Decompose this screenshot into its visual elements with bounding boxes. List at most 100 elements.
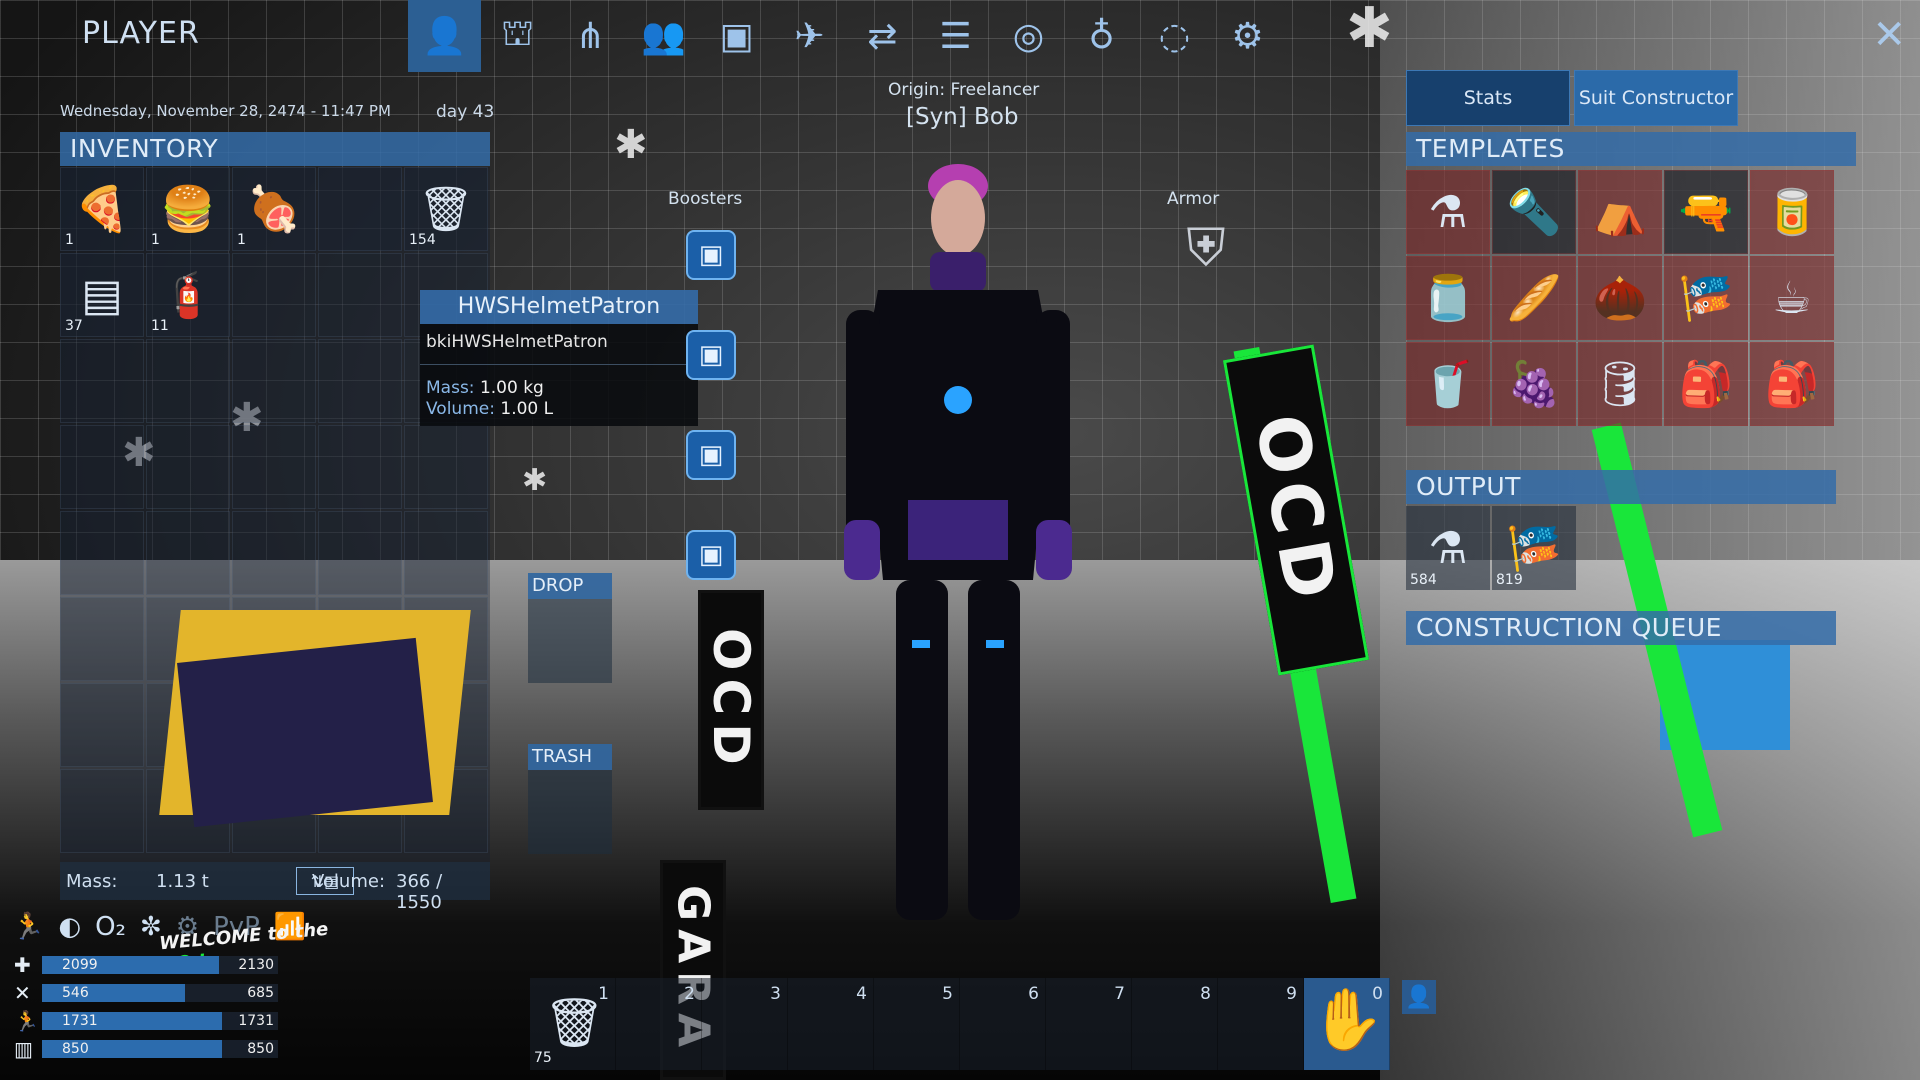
template-icon: ☕ <box>1772 272 1812 324</box>
inventory-slot-empty[interactable] <box>318 425 402 509</box>
inventory-slot-empty[interactable] <box>404 425 488 509</box>
inventory-slot-empty[interactable] <box>60 769 144 853</box>
template-slot[interactable]: 🎒 <box>1664 342 1748 426</box>
mass-value: 1.13 t <box>156 871 209 892</box>
device-icon: ▤ <box>81 269 123 321</box>
inventory-slot[interactable]: ▤ 37 <box>60 253 144 337</box>
template-slot[interactable]: 🫙 <box>1406 256 1490 340</box>
template-slot[interactable]: 🥫 <box>1750 170 1834 254</box>
hotbar-slot-1[interactable]: 1 🗑 75 <box>530 978 616 1070</box>
stamina-max: 1731 <box>238 1013 274 1029</box>
tech-tree-icon: ⋔ <box>575 15 606 57</box>
trash-zone[interactable]: TRASH <box>528 744 612 854</box>
profile-button[interactable]: 👤 <box>1402 980 1436 1014</box>
output-slot[interactable]: ⚗ 584 <box>1406 506 1490 590</box>
template-slot[interactable]: 🥤 <box>1406 342 1490 426</box>
inventory-slot-empty[interactable] <box>232 511 316 595</box>
ocd-sign-small: OCD <box>698 590 764 810</box>
inventory-slot-empty[interactable] <box>60 683 144 767</box>
nav-tab[interactable]: ⇄ <box>846 0 919 72</box>
nav-tab[interactable]: ♁ <box>1065 0 1138 72</box>
hotbar-slot-6[interactable]: 6 <box>960 978 1046 1070</box>
hotbar-slot-3[interactable]: 3 <box>702 978 788 1070</box>
hotbar-number: 7 <box>1114 984 1125 1004</box>
template-slot[interactable]: 🔫 <box>1664 170 1748 254</box>
drop-zone[interactable]: DROP <box>528 573 612 683</box>
template-slot[interactable]: 🥖 <box>1492 256 1576 340</box>
inventory-slot[interactable]: 🗑 154 <box>404 167 488 251</box>
hotbar-slot-8[interactable]: 8 <box>1132 978 1218 1070</box>
inventory-slot-empty[interactable] <box>232 425 316 509</box>
right-leg <box>968 580 1020 920</box>
template-slot[interactable]: ⚗ <box>1406 170 1490 254</box>
inventory-slot-empty[interactable] <box>60 511 144 595</box>
tooltip-mass-value: 1.00 kg <box>479 378 544 398</box>
nav-tab[interactable]: ✈ <box>773 0 846 72</box>
inventory-slot-empty[interactable] <box>60 597 144 681</box>
template-slot[interactable]: 🌰 <box>1578 256 1662 340</box>
players-icon: 👥 <box>641 16 686 57</box>
output-slot[interactable]: 🎏 819 <box>1492 506 1576 590</box>
star-decal: ✱ <box>614 122 648 168</box>
inventory-slot[interactable]: 🍔 1 <box>146 167 230 251</box>
booster-slot[interactable]: ▣ <box>686 430 736 480</box>
nav-tab[interactable]: 👥 <box>627 0 700 72</box>
nav-tab[interactable]: 👤 <box>408 0 481 72</box>
template-slot[interactable]: 🔦 <box>1492 170 1576 254</box>
booster-slot[interactable]: ▣ <box>686 530 736 580</box>
armor-slot[interactable]: ⛨ <box>1170 212 1242 284</box>
template-icon: 🥫 <box>1764 187 1820 238</box>
template-slot[interactable]: ☕ <box>1750 256 1834 340</box>
hotbar-slot-4[interactable]: 4 <box>788 978 874 1070</box>
hotbar-slot-2[interactable]: 2 <box>616 978 702 1070</box>
hotbar-slot-9[interactable]: 9 <box>1218 978 1304 1070</box>
inventory-slot-empty[interactable] <box>318 339 402 423</box>
nav-tab[interactable]: ⛫ <box>481 0 554 72</box>
template-icon: 🔦 <box>1506 187 1562 238</box>
inventory-slot-empty[interactable] <box>232 253 316 337</box>
right-glove <box>1036 520 1072 580</box>
nav-tab[interactable]: ◌ <box>1138 0 1211 72</box>
template-slot[interactable]: 🎒 <box>1750 342 1834 426</box>
inventory-slot-empty[interactable] <box>404 511 488 595</box>
inventory-slot[interactable]: 🍕 1 <box>60 167 144 251</box>
inventory-slot[interactable]: 🧯 11 <box>146 253 230 337</box>
hotbar-slot-7[interactable]: 7 <box>1046 978 1132 1070</box>
nav-tab[interactable]: ▣ <box>700 0 773 72</box>
player-name: [Syn] Bob <box>906 104 1019 130</box>
inventory-slot-empty[interactable] <box>318 511 402 595</box>
inventory-slot[interactable]: 🍖 1 <box>232 167 316 251</box>
item-quantity: 11 <box>151 318 169 334</box>
nav-tab[interactable]: ⋔ <box>554 0 627 72</box>
nav-tab[interactable]: ⚙ <box>1211 0 1284 72</box>
inventory-slot-empty[interactable] <box>146 339 230 423</box>
hotbar-slot-5[interactable]: 5 <box>874 978 960 1070</box>
tab-stats[interactable]: Stats <box>1406 70 1570 126</box>
booster-slot[interactable]: ▣ <box>686 230 736 280</box>
inventory-slot[interactable] <box>318 167 402 251</box>
template-slot[interactable]: ⛺ <box>1578 170 1662 254</box>
nav-tab[interactable]: ◎ <box>992 0 1065 72</box>
close-icon[interactable]: ✕ <box>1872 12 1906 58</box>
nav-tab[interactable]: ☰ <box>919 0 992 72</box>
registry-icon: ▣ <box>719 15 754 57</box>
booster-slot[interactable]: ▣ <box>686 330 736 380</box>
leg-light <box>986 640 1004 648</box>
inventory-slot-empty[interactable] <box>318 253 402 337</box>
hotbar-slot-0[interactable]: 0 ✋ <box>1304 978 1390 1070</box>
inventory-slot-empty[interactable] <box>146 511 230 595</box>
template-slot[interactable]: 🎏 <box>1664 256 1748 340</box>
inventory-slot-empty[interactable] <box>60 425 144 509</box>
template-slot[interactable]: 🍇 <box>1492 342 1576 426</box>
belt <box>908 500 1008 560</box>
tab-suit-constructor[interactable]: Suit Constructor <box>1574 70 1738 126</box>
inventory-slot-empty[interactable] <box>60 339 144 423</box>
inventory-slot-empty[interactable] <box>146 425 230 509</box>
item-quantity: 1 <box>151 232 160 248</box>
health-current: 2099 <box>62 957 98 973</box>
stamina-icon: 🏃 <box>14 1009 39 1033</box>
template-slot[interactable]: 🛢 <box>1578 342 1662 426</box>
inventory-slot-empty[interactable] <box>232 339 316 423</box>
item-quantity: 1 <box>237 232 246 248</box>
inventory-header: INVENTORY <box>60 132 490 166</box>
